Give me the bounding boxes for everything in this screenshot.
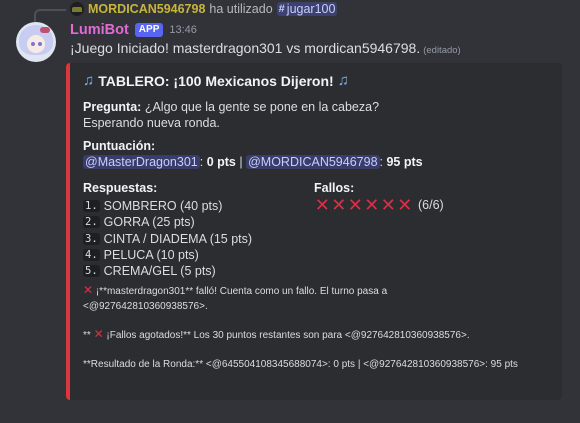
cross-mark-icon: ✕ [314,195,330,215]
command-name: jugar100 [286,2,336,16]
round-result: **Resultado de la Ronda:** <@64550410834… [83,359,518,370]
slash-command-icon: # [278,3,285,15]
cross-mark-icon: ✕ [380,195,396,215]
player1-mention[interactable]: @MasterDragon301 [83,155,200,169]
answer-text: PELUCA (10 pts) [103,248,199,263]
app-badge: APP [134,23,164,37]
log-text-1: ¡**masterdragon301** falló! Cuenta como … [83,286,388,312]
reply-verb: ha utilizado [209,2,273,16]
answer-number: 4. [83,249,100,262]
answer-number: 2. [83,216,100,229]
answer-item: 3. CINTA / DIADEMA (15 pts) [83,231,252,247]
bot-avatar[interactable] [16,22,56,62]
cross-mark-icon: ✕ [331,195,347,215]
cross-mark-icon: ✕ [347,195,363,215]
fails-row: ✕ ✕ ✕ ✕ ✕ ✕ (6/6) [314,196,444,214]
cross-mark-icon: ✕ [364,195,380,215]
reply-avatar[interactable] [70,2,84,16]
log-message-2: ** ✕ ¡Fallos agotados!** Los 30 puntos r… [83,327,470,343]
answer-text: SOMBRERO (40 pts) [103,199,223,214]
message-content: ¡Juego Iniciado! masterdragon301 vs mord… [70,40,461,56]
reply-connector [34,9,66,22]
answer-text: GORRA (25 pts) [103,215,195,230]
question-text: ¿Algo que la gente se pone en la cabeza? [144,100,380,114]
embed-title: ♫ TABLERO: ¡100 Mexicanos Dijeron! ♫ [83,72,349,89]
cross-mark-icon: ✕ [83,283,94,297]
music-notes-icon: ♫ [337,72,349,89]
music-notes-icon: ♫ [83,72,95,89]
edited-label: (editado) [423,45,461,56]
answers-label: Respuestas: [83,181,158,195]
score-line: @MasterDragon301 : 0 pts | @MORDICAN5946… [83,155,423,169]
log-message-1: ✕ ¡**masterdragon301** falló! Cuenta com… [83,283,413,314]
player2-mention[interactable]: @MORDICAN5946798 [246,155,380,169]
answer-item: 4. PELUCA (10 pts) [83,247,252,263]
reply-username[interactable]: MORDICAN5946798 [88,2,205,16]
message-header: LumiBot APP 13:46 [70,21,197,39]
cross-mark-icon: ✕ [397,195,413,215]
question-block: Pregunta: ¿Algo que la gente se pone en … [83,99,379,131]
answer-number: 3. [83,232,100,245]
fails-count: (6/6) [418,198,444,212]
message-text: ¡Juego Iniciado! masterdragon301 vs mord… [70,40,421,56]
log-text-2: ¡Fallos agotados!** Los 30 puntos restan… [103,330,470,341]
answer-item: 2. GORRA (25 pts) [83,214,252,230]
answer-text: CREMA/GEL (5 pts) [103,264,216,279]
reply-reference[interactable]: MORDICAN5946798 ha utilizado # jugar100 [70,1,338,17]
answer-text: CINTA / DIADEMA (15 pts) [103,231,253,246]
game-embed: ♫ TABLERO: ¡100 Mexicanos Dijeron! ♫ Pre… [66,63,562,400]
author-name[interactable]: LumiBot [70,22,129,38]
player1-score: 0 pts [206,155,236,169]
cross-mark-icon: ✕ [93,327,104,341]
question-label: Pregunta: [83,100,142,114]
player2-score: 95 pts [386,155,423,169]
command-chip[interactable]: # jugar100 [276,2,338,16]
fails-label: Fallos: [314,181,355,195]
score-label: Puntuación: [83,139,156,153]
answer-item: 1. SOMBRERO (40 pts) [83,198,252,214]
answer-number: 1. [83,200,100,213]
answer-item: 5. CREMA/GEL (5 pts) [83,263,252,279]
round-status: Esperando nueva ronda. [83,116,220,130]
answer-number: 5. [83,265,100,278]
log-prefix-2: ** [83,330,94,341]
timestamp[interactable]: 13:46 [169,24,197,36]
answers-list: 1. SOMBRERO (40 pts) 2. GORRA (25 pts) 3. C… [83,198,252,279]
embed-title-text: TABLERO: ¡100 Mexicanos Dijeron! [98,72,334,89]
